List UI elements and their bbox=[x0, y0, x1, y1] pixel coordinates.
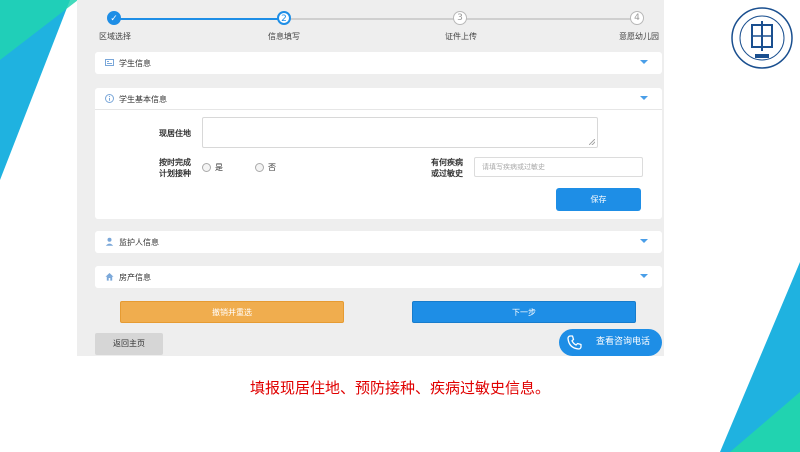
step-1-label: 区域选择 bbox=[99, 32, 131, 41]
back-home-button[interactable]: 返回主页 bbox=[95, 333, 163, 355]
step-2-dot: 2 bbox=[277, 11, 291, 25]
save-button[interactable]: 保存 bbox=[556, 188, 641, 211]
vaccination-label: 按时完成 计划接种 bbox=[159, 157, 191, 179]
section-title: 学生信息 bbox=[119, 59, 151, 68]
disease-label-line1: 有何疾病 bbox=[431, 158, 463, 167]
next-step-button[interactable]: 下一步 bbox=[412, 301, 636, 323]
education-logo bbox=[731, 7, 793, 69]
decor-corner-bottom-right-accent bbox=[730, 392, 800, 452]
consult-phone-label: 查看咨询电话 bbox=[596, 337, 651, 347]
address-textarea[interactable] bbox=[202, 117, 598, 148]
chevron-down-icon bbox=[640, 239, 648, 243]
slide-caption: 填报现居住地、预防接种、疾病过敏史信息。 bbox=[249, 379, 550, 397]
disease-label-line2: 或过敏史 bbox=[431, 169, 463, 178]
section-property[interactable]: 房产信息 bbox=[95, 266, 662, 288]
step-3-dot: 3 bbox=[453, 11, 467, 25]
user-icon bbox=[105, 237, 114, 246]
step-4-label: 意愿幼儿园 bbox=[619, 32, 659, 41]
vaccination-label-line1: 按时完成 bbox=[159, 158, 191, 167]
section-title: 监护人信息 bbox=[119, 238, 159, 247]
vaccination-no-label: 否 bbox=[268, 163, 276, 172]
home-icon bbox=[105, 273, 114, 281]
resize-grip-icon[interactable] bbox=[589, 139, 595, 145]
vaccination-no-radio[interactable] bbox=[255, 163, 264, 172]
disease-label: 有何疾病 或过敏史 bbox=[431, 157, 463, 179]
step-2-label: 信息填写 bbox=[268, 32, 300, 41]
reset-button[interactable]: 撤销并重选 bbox=[120, 301, 344, 323]
chevron-down-icon bbox=[640, 274, 648, 278]
consult-phone-button[interactable]: 查看咨询电话 bbox=[559, 329, 662, 356]
step-line-completed bbox=[114, 18, 284, 20]
divider bbox=[95, 109, 662, 110]
step-3-label: 证件上传 bbox=[445, 32, 477, 41]
section-student-info[interactable]: 学生信息 bbox=[95, 52, 662, 74]
chevron-down-icon bbox=[640, 60, 648, 64]
info-icon bbox=[105, 94, 114, 103]
step-4-dot: 4 bbox=[630, 11, 644, 25]
vaccination-yes-radio[interactable] bbox=[202, 163, 211, 172]
address-label: 现居住地 bbox=[159, 129, 191, 138]
section-student-basic: 学生基本信息 现居住地 按时完成 计划接种 是 否 有何疾病 或过敏史 请填写疾… bbox=[95, 88, 662, 219]
section-guardian[interactable]: 监护人信息 bbox=[95, 231, 662, 253]
section-title[interactable]: 学生基本信息 bbox=[119, 94, 167, 105]
progress-steps: ✓ 区域选择 2 信息填写 3 证件上传 4 意愿幼儿园 bbox=[77, 0, 664, 44]
id-card-icon bbox=[105, 59, 114, 66]
decor-corner-top-left-accent bbox=[0, 0, 78, 60]
disease-input[interactable]: 请填写疾病或过敏史 bbox=[474, 157, 643, 177]
vaccination-label-line2: 计划接种 bbox=[159, 169, 191, 178]
step-1-check-icon: ✓ bbox=[107, 11, 121, 25]
section-title: 房产信息 bbox=[119, 273, 151, 282]
vaccination-yes-label: 是 bbox=[215, 163, 223, 172]
chevron-down-icon[interactable] bbox=[640, 96, 648, 100]
phone-icon bbox=[567, 335, 582, 350]
app-screenshot: ✓ 区域选择 2 信息填写 3 证件上传 4 意愿幼儿园 学生信息 学生基本信息… bbox=[77, 0, 664, 356]
